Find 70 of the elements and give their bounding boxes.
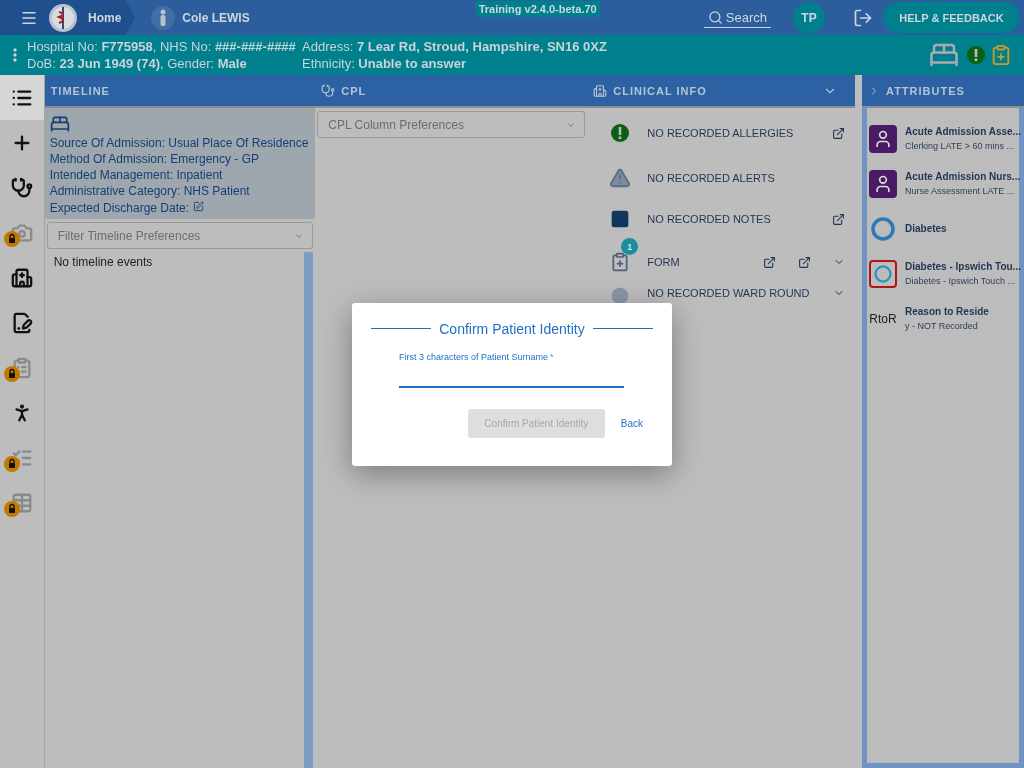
clipboard-plus-icon (610, 252, 631, 272)
open-icon[interactable] (798, 255, 812, 269)
lock-icon (4, 366, 20, 382)
panel-title: CPL (341, 84, 367, 97)
ring-icon (869, 214, 897, 243)
logout-icon[interactable] (853, 7, 873, 28)
notes-icon (610, 209, 631, 229)
sidebar-button[interactable] (0, 75, 44, 120)
bed-icon (49, 114, 70, 134)
lock-icon (4, 456, 20, 472)
edit-icon[interactable] (193, 201, 205, 212)
count-badge: 1 (621, 238, 639, 255)
more-icon[interactable] (13, 48, 17, 62)
open-icon[interactable] (832, 126, 846, 140)
attribute-title: Diabetes - Ipswich Tou... (905, 261, 1019, 272)
circle-icon (611, 287, 630, 305)
patient-detail: DoB: 23 Jun 1949 (74), Gender: Male (27, 56, 248, 71)
panel-title: CLINICAL INFO (613, 84, 707, 97)
exclamation-icon (610, 123, 631, 143)
ring-icon (869, 259, 897, 288)
dialog-title: Confirm Patient Identity (439, 320, 585, 337)
admission-detail: Intended Management: Inpatient (49, 169, 224, 182)
empty-message: No timeline events (53, 255, 153, 269)
caduceus-logo (48, 2, 78, 33)
nurse-icon (869, 169, 897, 198)
panel-title: TIMELINE (50, 84, 110, 97)
patient-detail: Hospital No: F775958, NHS No: ###-###-#### (27, 39, 297, 54)
attribute-code: RtoR (869, 310, 897, 328)
clinical-item[interactable]: NO RECORDED WARD ROUND (647, 287, 812, 299)
admission-detail: Expected Discharge Date: (49, 201, 311, 215)
search-icon (707, 9, 723, 25)
clipboard-plus-icon (990, 44, 1012, 66)
warning-icon (609, 167, 632, 189)
user-avatar[interactable]: TP (793, 1, 825, 34)
admission-detail: Source Of Admission: Usual Place Of Residence (49, 137, 310, 150)
admission-detail: Administrative Category: NHS Patient (49, 185, 251, 198)
patient-name: Cole LEWIS (182, 10, 250, 25)
column-dropdown[interactable]: CPL Column Preferences (317, 111, 586, 138)
person-icon (151, 5, 176, 30)
attribute-title: Acute Admission Nurs... (905, 171, 1019, 182)
patient-detail: Ethnicity: Unable to answer (302, 56, 467, 71)
admission-detail: Method Of Admission: Emergency - GP (49, 153, 261, 166)
clinical-item[interactable]: NO RECORDED ALLERGIES (647, 127, 811, 139)
attribute-subtitle: y - NOT Recorded (905, 321, 979, 331)
open-icon[interactable] (832, 212, 846, 226)
panel-title: ATTRIBUTES (886, 84, 965, 97)
lock-icon (4, 231, 20, 247)
attribute-subtitle: Diabetes - Ipswich Touch ... (905, 276, 1016, 286)
scrollbar[interactable] (304, 252, 314, 768)
search-field[interactable]: Search (703, 7, 771, 28)
back-button[interactable]: Back (610, 411, 653, 435)
exclamation-icon (966, 45, 986, 65)
open-icon[interactable] (763, 255, 777, 269)
surname-field[interactable]: First 3 characters of Patient Surname * (399, 351, 624, 388)
attribute-title: Acute Admission Asse... (905, 126, 1019, 137)
home-link[interactable]: Home (88, 10, 122, 25)
attribute-title: Reason to Reside (905, 306, 989, 317)
version-label: Training v2.4.0-beta.70 (475, 0, 600, 17)
attribute-subtitle: Nurse Assessment LATE ... (905, 186, 1016, 196)
filter-dropdown[interactable]: Filter Timeline Preferences (46, 222, 314, 249)
doctor-icon (869, 124, 897, 153)
help-feedback-button[interactable]: HELP & FEEDBACK (883, 2, 1020, 33)
attribute-title: Diabetes (905, 223, 947, 234)
clinical-item[interactable]: NO RECORDED NOTES (647, 213, 811, 225)
stethoscope-icon (321, 83, 336, 98)
patient-detail: Address: 7 Lear Rd, Stroud, Hampshire, SN16 0XZ (302, 39, 607, 54)
lock-icon (4, 501, 20, 517)
attribute-subtitle: Clerking LATE > 60 mins ... (905, 141, 1016, 151)
clinical-item[interactable]: NO RECORDED ALERTS (647, 172, 846, 184)
clinical-item[interactable]: FORM (647, 256, 742, 268)
